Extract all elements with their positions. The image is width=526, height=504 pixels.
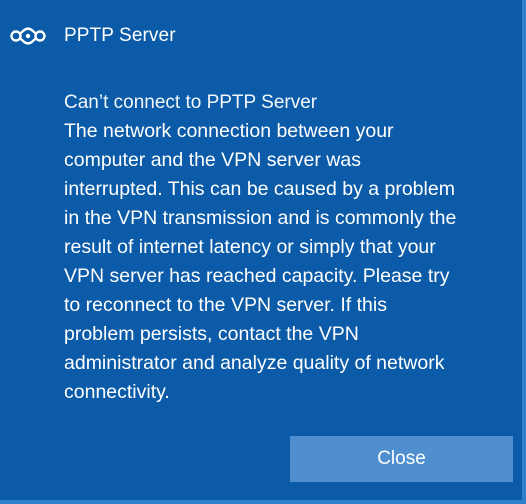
vpn-notification-toast: PPTP Server Can’t connect to PPTP Server… xyxy=(0,0,526,504)
notification-content: Can’t connect to PPTP Server The network… xyxy=(64,88,514,407)
close-button[interactable]: Close xyxy=(290,436,513,482)
notification-header: PPTP Server xyxy=(10,18,176,54)
app-name: PPTP Server xyxy=(64,25,176,46)
vpn-link-icon xyxy=(10,18,48,54)
notification-body: The network connection between your comp… xyxy=(64,120,457,403)
notification-title: Can’t connect to PPTP Server xyxy=(64,92,318,113)
